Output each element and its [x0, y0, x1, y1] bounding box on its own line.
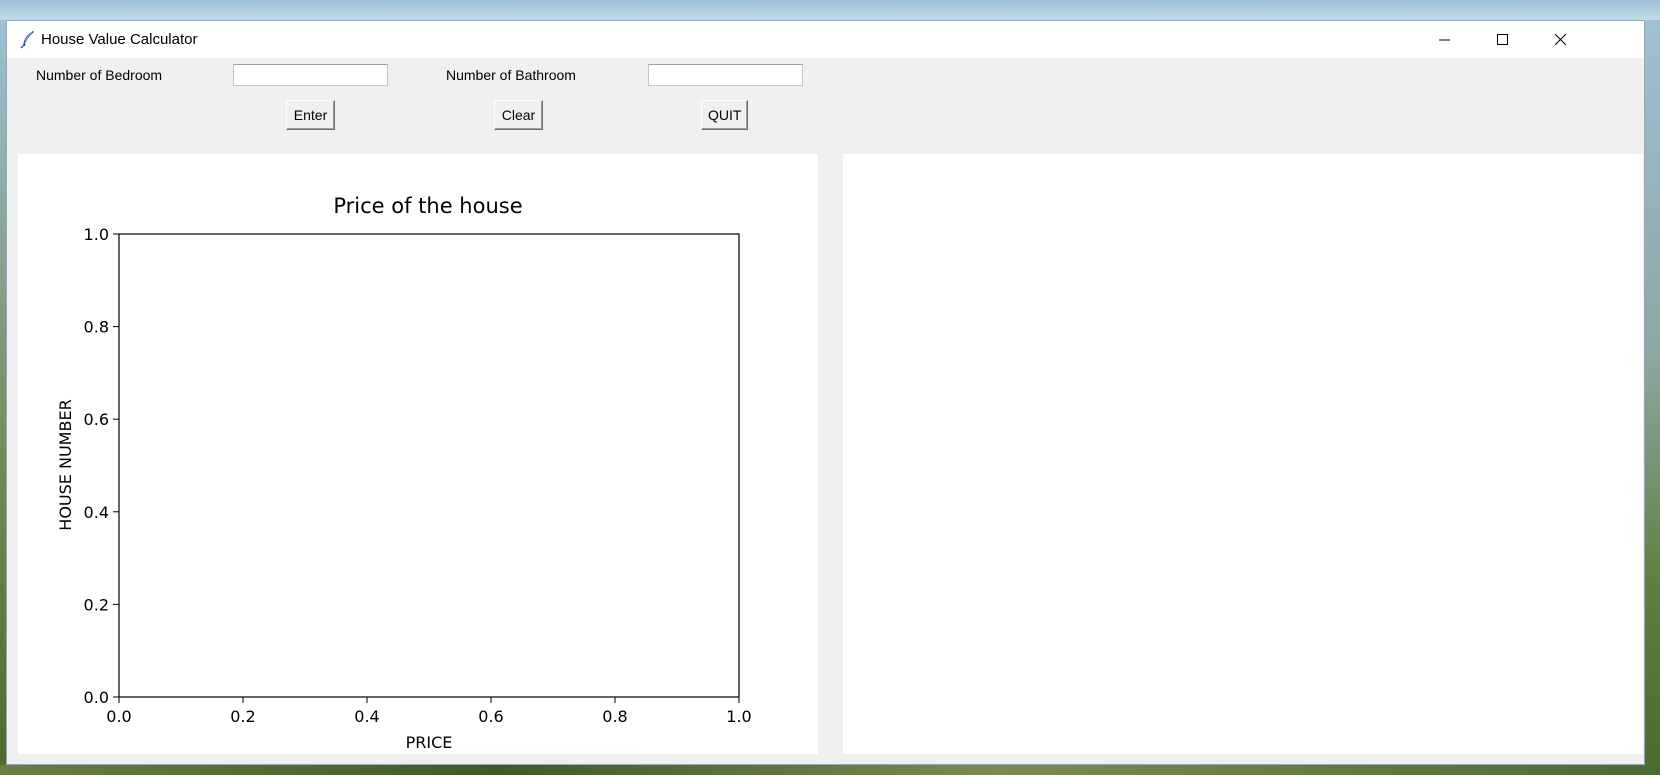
y-tick-label: 1.0	[84, 225, 109, 244]
y-tick-label: 0.2	[84, 595, 109, 614]
x-axis-label: PRICE	[406, 733, 453, 752]
close-icon	[1555, 33, 1567, 45]
bedroom-label: Number of Bedroom	[36, 67, 163, 83]
y-tick-label: 0.0	[84, 688, 109, 707]
x-tick-label: 0.8	[602, 707, 627, 726]
plot-area	[118, 233, 740, 698]
desktop-background-top	[0, 0, 1660, 20]
price-chart: Price of the house 0.0 0.2 0.4 0.6 0.8 1.0 0.…	[56, 194, 752, 752]
x-tick-label: 1.0	[726, 707, 751, 726]
app-window: House Value Calculator Number of Bedroom…	[6, 20, 1645, 765]
title-bar[interactable]: House Value Calculator	[7, 21, 1644, 58]
chart-panel: Price of the house 0.0 0.2 0.4 0.6 0.8 1.0 0.…	[18, 154, 818, 754]
bathroom-input[interactable]	[648, 64, 803, 86]
x-tick-label: 0.2	[230, 707, 255, 726]
enter-button[interactable]: Enter	[286, 100, 335, 130]
y-tick-label: 0.4	[84, 503, 109, 522]
y-tick-label: 0.8	[84, 318, 109, 337]
minimize-icon	[1439, 39, 1450, 40]
y-tick-label: 0.6	[84, 410, 109, 429]
chart-title: Price of the house	[333, 194, 522, 218]
close-button[interactable]	[1532, 21, 1590, 58]
desktop-background-right	[1645, 20, 1660, 775]
x-tick-label: 0.0	[106, 707, 131, 726]
window-title: House Value Calculator	[41, 31, 198, 48]
bathroom-label: Number of Bathroom	[446, 67, 576, 83]
bedroom-input[interactable]	[233, 64, 388, 86]
minimize-button[interactable]	[1416, 21, 1474, 58]
y-axis-label: HOUSE NUMBER	[56, 399, 75, 530]
x-tick-label: 0.4	[354, 707, 379, 726]
x-tick-label: 0.6	[478, 707, 503, 726]
clear-button[interactable]: Clear	[494, 100, 543, 130]
desktop-background-bottom	[0, 765, 1660, 775]
secondary-panel	[843, 154, 1643, 754]
quit-button[interactable]: QUIT	[701, 100, 748, 130]
feather-icon	[18, 29, 38, 49]
maximize-button[interactable]	[1474, 21, 1532, 58]
maximize-icon	[1497, 33, 1508, 45]
